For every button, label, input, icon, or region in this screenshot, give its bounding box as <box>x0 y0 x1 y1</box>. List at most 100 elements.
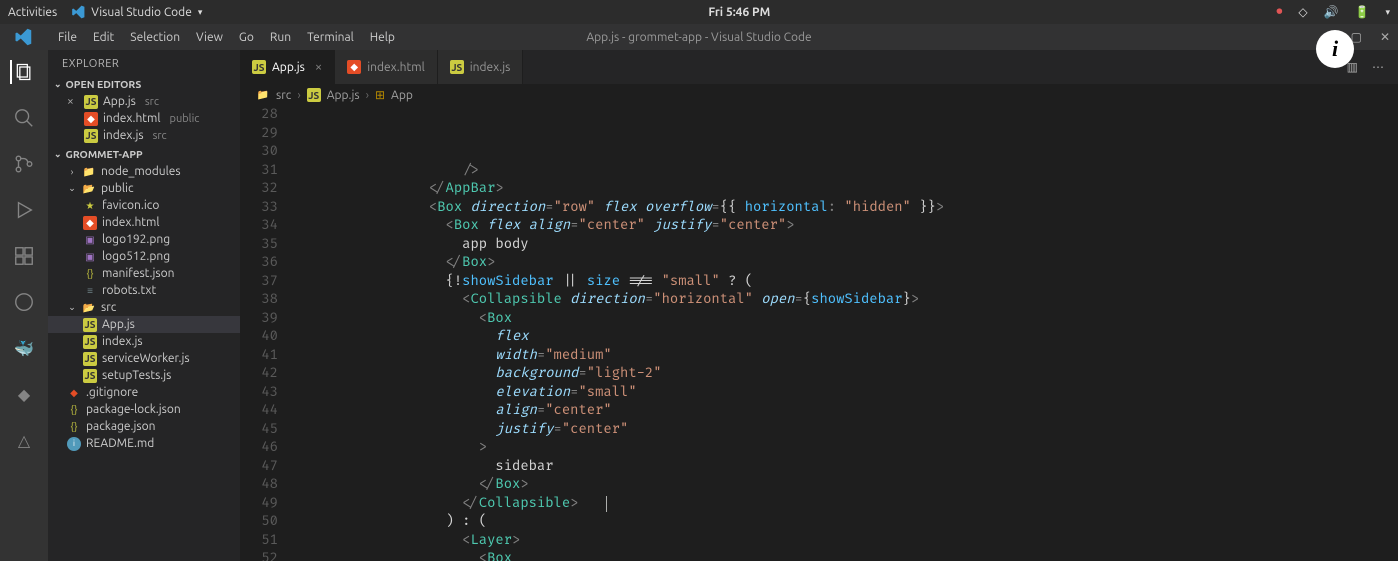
html-icon: ◆ <box>83 216 97 230</box>
editor-tab[interactable]: JSApp.js× <box>240 50 335 84</box>
tree-item[interactable]: {}package-lock.json <box>48 401 240 418</box>
tree-item[interactable]: ▣logo192.png <box>48 231 240 248</box>
open-editor-item[interactable]: JSindex.jssrc <box>48 127 240 144</box>
vscode-menubar: FileEditSelectionViewGoRunTerminalHelp A… <box>0 24 1398 50</box>
menu-run[interactable]: Run <box>262 28 299 47</box>
desktop-topbar: Activities Visual Studio Code ▾ Fri 5:46… <box>0 0 1398 24</box>
json-icon: {} <box>67 403 81 417</box>
screen-record-icon[interactable]: ⏺ <box>1276 5 1282 19</box>
js-icon: JS <box>83 352 97 366</box>
topbar-app-indicator[interactable]: Visual Studio Code ▾ <box>71 5 202 19</box>
tree-item[interactable]: ★favicon.ico <box>48 197 240 214</box>
chevron-down-icon: ⌄ <box>54 149 62 160</box>
menu-go[interactable]: Go <box>231 28 262 47</box>
search-icon[interactable] <box>12 106 36 130</box>
chevron-icon: ⌄ <box>67 183 77 194</box>
json-icon: {} <box>67 420 81 434</box>
line-gutter: 2829303132333435363738394041424344454647… <box>240 106 296 561</box>
js-icon: JS <box>83 318 97 332</box>
activities-button[interactable]: Activities <box>8 6 57 19</box>
remote-icon[interactable]: ◆ <box>12 382 36 406</box>
system-menu-icon[interactable]: ▾ <box>1385 7 1390 18</box>
chevron-down-icon: ⌄ <box>54 79 62 90</box>
json-icon: {} <box>83 267 97 281</box>
menu-help[interactable]: Help <box>362 28 403 47</box>
tree-item[interactable]: ⌄📂public <box>48 180 240 197</box>
extensions-icon[interactable] <box>12 244 36 268</box>
html-icon: ◆ <box>347 60 361 74</box>
volume-icon[interactable]: 🔊 <box>1324 5 1339 19</box>
chevron-icon: › <box>67 167 77 177</box>
chevron-icon: ⌄ <box>67 302 77 313</box>
menu-terminal[interactable]: Terminal <box>299 28 362 47</box>
azure-icon[interactable]: △ <box>12 428 36 452</box>
tree-item[interactable]: JSindex.js <box>48 333 240 350</box>
info-badge: i <box>1316 30 1354 68</box>
git-icon: ◆ <box>67 386 81 400</box>
tree-item[interactable]: JSsetupTests.js <box>48 367 240 384</box>
battery-icon[interactable]: 🔋 <box>1355 5 1370 19</box>
img-icon: ▣ <box>83 250 97 264</box>
editor-group: JSApp.js×◆index.htmlJSindex.js▥⋯ 📁src›JS… <box>240 50 1398 561</box>
folder-icon: 📁 <box>256 88 270 102</box>
tree-item[interactable]: ◆.gitignore <box>48 384 240 401</box>
html-icon: ◆ <box>84 112 98 126</box>
vscode-logo-icon <box>14 28 32 46</box>
breadcrumb-segment[interactable]: App <box>391 89 413 102</box>
tree-item[interactable]: ⌄📂src <box>48 299 240 316</box>
js-icon: JS <box>252 60 266 74</box>
editor-tab[interactable]: ◆index.html <box>335 50 438 84</box>
tree-item[interactable]: {}package.json <box>48 418 240 435</box>
img-icon: ▣ <box>83 233 97 247</box>
vscode-icon <box>71 5 85 19</box>
breadcrumb[interactable]: 📁src›JSApp.js›⊞App <box>240 84 1398 106</box>
menu-file[interactable]: File <box>50 28 85 47</box>
js-icon: JS <box>307 88 321 102</box>
source-control-icon[interactable] <box>12 152 36 176</box>
menu-selection[interactable]: Selection <box>122 28 188 47</box>
close-editor-icon[interactable]: × <box>67 95 79 108</box>
menu-view[interactable]: View <box>188 28 231 47</box>
open-editor-item[interactable]: ◆index.htmlpublic <box>48 110 240 127</box>
breadcrumb-segment[interactable]: App.js <box>327 89 360 102</box>
folder-icon: 📁 <box>82 165 96 179</box>
explorer-sidebar: EXPLORER ⌄ OPEN EDITORS ×JSApp.jssrc◆ind… <box>48 50 240 561</box>
tree-item[interactable]: ◆index.html <box>48 214 240 231</box>
docker-icon[interactable]: 🐳 <box>12 336 36 360</box>
js-icon: JS <box>84 95 98 109</box>
tree-item[interactable]: ▣logo512.png <box>48 248 240 265</box>
editor-tab[interactable]: JSindex.js <box>438 50 524 84</box>
wifi-icon[interactable]: ◇ <box>1298 5 1307 19</box>
js-icon: JS <box>84 129 98 143</box>
tree-item[interactable]: ›📁node_modules <box>48 163 240 180</box>
sidebar-title: EXPLORER <box>48 50 240 76</box>
tree-item[interactable]: iREADME.md <box>48 435 240 452</box>
code-editor[interactable]: 2829303132333435363738394041424344454647… <box>240 106 1398 561</box>
md-icon: i <box>67 437 81 451</box>
code-content[interactable]: /> </AppBar> <Box direction="row" flex o… <box>296 106 1398 561</box>
project-header[interactable]: ⌄ GROMMET-APP <box>48 146 240 162</box>
symbol-icon: ⊞ <box>375 88 385 102</box>
menu-edit[interactable]: Edit <box>85 28 122 47</box>
txt-icon: ≡ <box>83 284 97 298</box>
text-cursor <box>606 496 607 512</box>
js-icon: JS <box>83 335 97 349</box>
explorer-icon[interactable] <box>10 60 34 84</box>
activity-bar: 🐳 ◆ △ <box>0 50 48 561</box>
star-icon: ★ <box>83 199 97 213</box>
breadcrumb-segment[interactable]: src <box>276 89 291 102</box>
topbar-clock[interactable]: Fri 5:46 PM <box>202 6 1276 19</box>
close-tab-icon[interactable]: × <box>315 60 322 74</box>
open-editors-header[interactable]: ⌄ OPEN EDITORS <box>48 76 240 92</box>
tree-item[interactable]: JSserviceWorker.js <box>48 350 240 367</box>
more-icon[interactable]: ⋯ <box>1372 60 1384 74</box>
close-icon[interactable]: ✕ <box>1380 30 1390 44</box>
editor-tabs: JSApp.js×◆index.htmlJSindex.js▥⋯ <box>240 50 1398 84</box>
run-debug-icon[interactable] <box>12 198 36 222</box>
tree-item[interactable]: ≡robots.txt <box>48 282 240 299</box>
tree-item[interactable]: {}manifest.json <box>48 265 240 282</box>
window-title: App.js - grommet-app - Visual Studio Cod… <box>586 31 811 44</box>
open-editor-item[interactable]: ×JSApp.jssrc <box>48 93 240 110</box>
tree-item[interactable]: JSApp.js <box>48 316 240 333</box>
live-share-icon[interactable] <box>12 290 36 314</box>
